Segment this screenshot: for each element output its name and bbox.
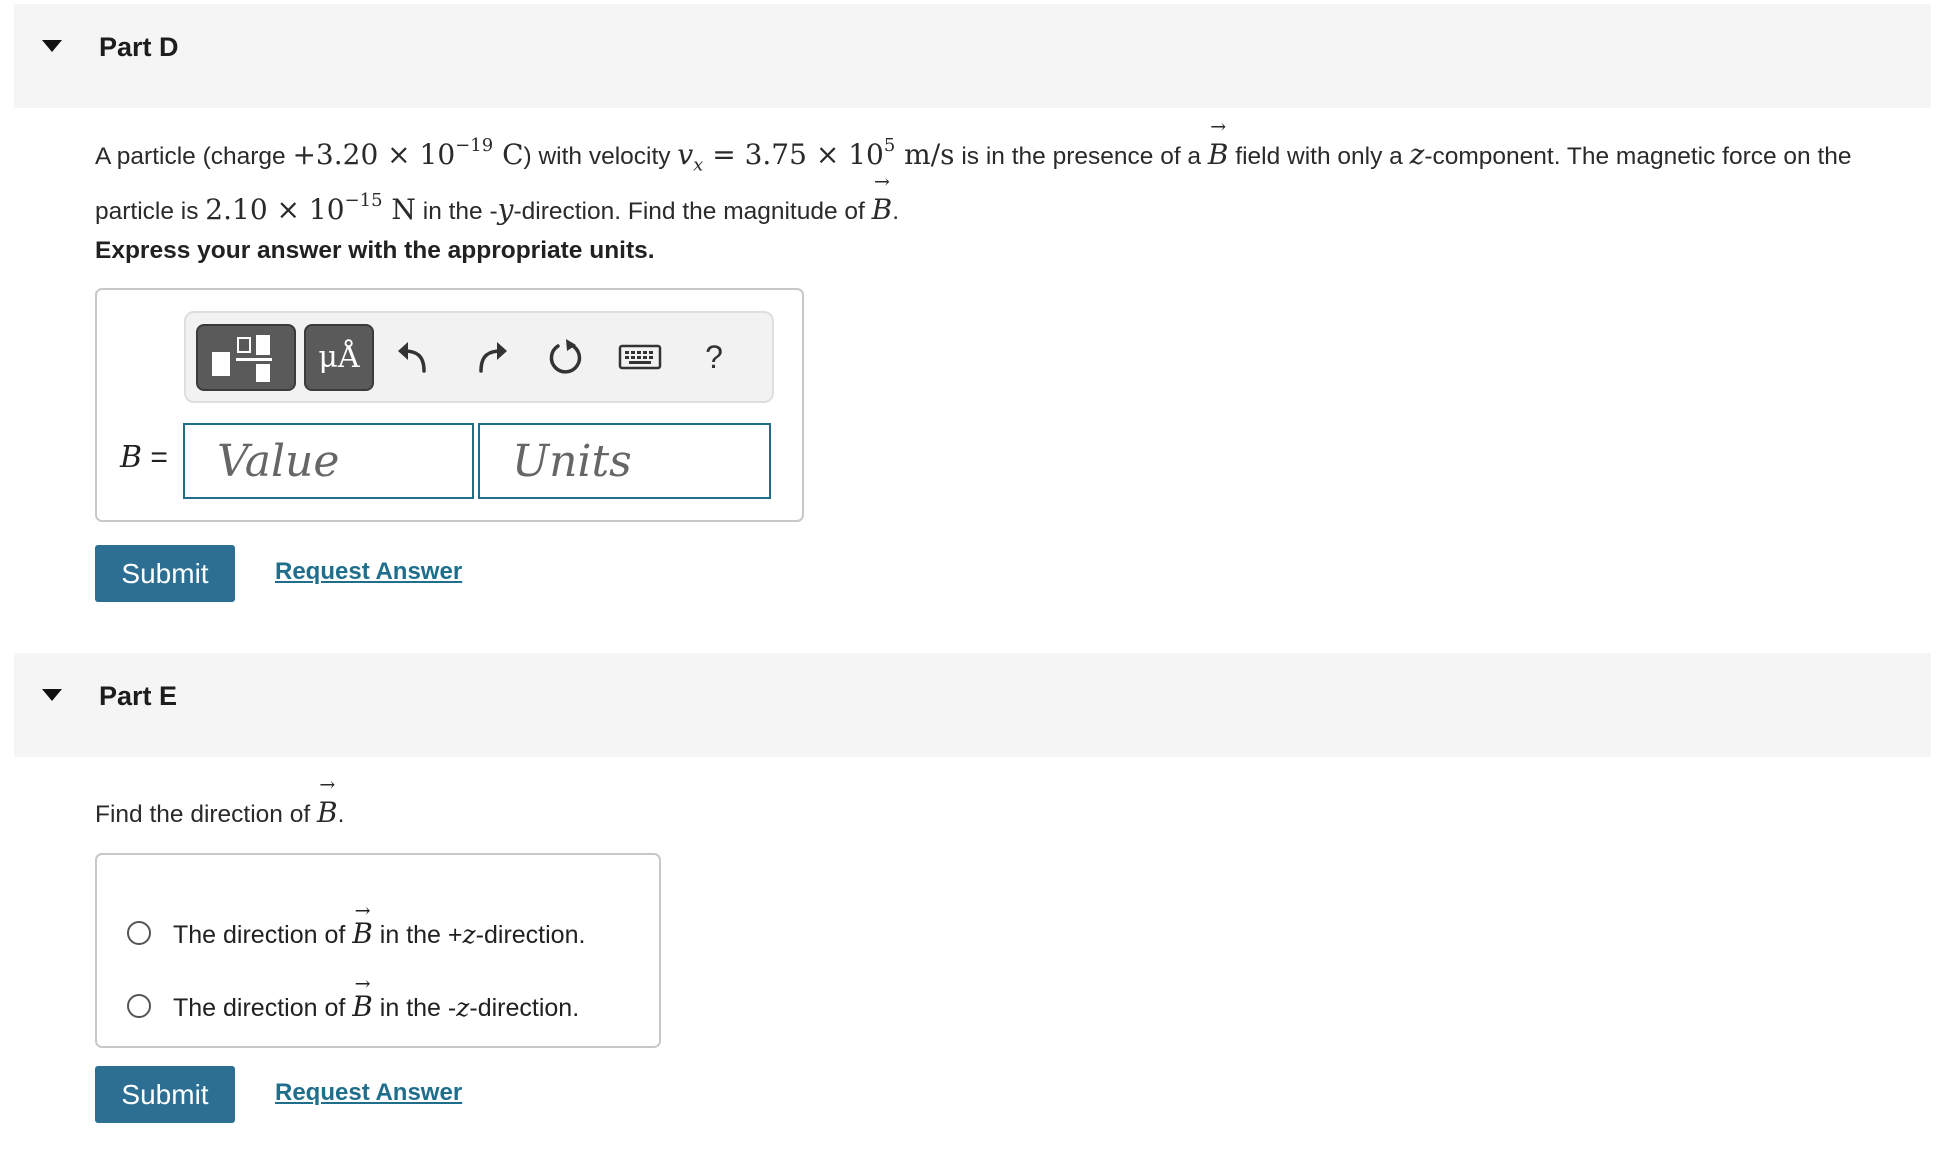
force-value: 2.10 × 10−15 N (205, 189, 416, 226)
z-symbol: z (1409, 138, 1425, 171)
caret-down-icon[interactable] (42, 40, 62, 52)
b-vector-symbol: B (352, 902, 373, 950)
b-vector-symbol: B (317, 776, 338, 835)
undo-icon (398, 342, 426, 373)
part-e-question: Find the direction of B. (95, 776, 344, 837)
request-answer-link[interactable]: Request Answer (275, 558, 462, 586)
question-line-2: particle is 2.10 × 10−15 N in the -y-dir… (95, 173, 1925, 236)
fraction-template-button[interactable] (196, 324, 296, 391)
reset-button[interactable] (536, 327, 596, 387)
part-e-header[interactable]: Part E (14, 653, 1931, 757)
radio-button[interactable] (127, 921, 151, 945)
b-vector-symbol: B (1208, 118, 1229, 177)
math-toolbar: μÅ ? (184, 311, 774, 403)
variable-label: B = (120, 440, 168, 475)
undo-button[interactable] (384, 327, 444, 387)
answer-box: μÅ ? B = Value Units (95, 288, 804, 522)
reset-icon (549, 339, 582, 374)
keyboard-button[interactable] (610, 327, 670, 387)
redo-button[interactable] (461, 327, 521, 387)
radio-button[interactable] (127, 994, 151, 1018)
redo-icon (479, 342, 507, 373)
fraction-template-icon (212, 335, 272, 382)
part-d-question: A particle (charge +3.20 × 10−19 C) with… (95, 118, 1925, 236)
question-line-1: A particle (charge +3.20 × 10−19 C) with… (95, 118, 1925, 188)
value-input[interactable] (183, 423, 474, 499)
velocity-value: = 3.75 × 105 m/s (703, 135, 955, 171)
charge-value: +3.20 × 10−19 C (292, 135, 524, 171)
part-e-title: Part E (99, 681, 178, 711)
b-vector-symbol: B (352, 975, 373, 1023)
y-symbol: y (497, 192, 514, 226)
units-template-icon: μÅ (318, 340, 360, 375)
help-icon: ? (705, 338, 723, 375)
choice-label: The direction of B in the +z-direction. (173, 902, 585, 950)
b-vector-symbol: B (872, 173, 893, 232)
part-d-title: Part D (99, 32, 179, 62)
submit-button[interactable]: Submit (95, 545, 235, 602)
units-input[interactable] (478, 423, 771, 499)
choice-negative-z[interactable]: The direction of B in the -z-direction. (127, 975, 579, 1028)
submit-button[interactable]: Submit (95, 1066, 235, 1123)
part-d-header[interactable]: Part D (14, 4, 1931, 108)
keyboard-icon (618, 344, 662, 370)
request-answer-link[interactable]: Request Answer (275, 1079, 462, 1107)
caret-down-icon[interactable] (42, 689, 62, 701)
choice-positive-z[interactable]: The direction of B in the +z-direction. (127, 902, 585, 955)
choice-label: The direction of B in the -z-direction. (173, 975, 579, 1023)
choice-box: The direction of B in the +z-direction. … (95, 853, 661, 1048)
units-template-button[interactable]: μÅ (304, 324, 374, 391)
express-instruction: Express your answer with the appropriate… (95, 237, 655, 264)
velocity-symbol: vx (677, 138, 704, 176)
help-button[interactable]: ? (684, 327, 744, 387)
